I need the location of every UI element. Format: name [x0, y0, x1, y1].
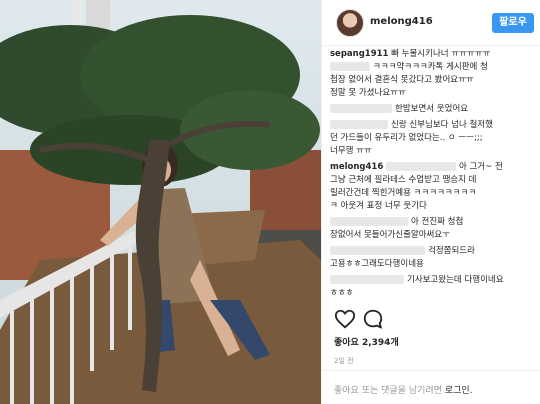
photo-illustration: [0, 0, 321, 404]
avatar[interactable]: [336, 9, 364, 37]
login-prompt-text: 좋아요 또는 댓글을 남기려면: [334, 386, 445, 396]
comment-line: 그냥 근처에 필라테스 수업받고 땡승지 데: [330, 174, 535, 187]
comment-footer: 좋아요 또는 댓글을 남기려면 로그인.: [322, 370, 540, 404]
comment-text: 고용ㅎㅎ그래도다행이네용: [330, 259, 424, 269]
action-bar: [322, 308, 540, 334]
post-side-panel: melong416 팔로우 sepang1911 빠 누물시키나너 ㅠㅠㅠㅠㅠ …: [321, 0, 540, 404]
post-photo: [0, 0, 321, 404]
comment-text: 신랑 신부님보다 넘나 철저했: [391, 120, 493, 130]
comment-text: 걱정쫌되드라: [428, 246, 475, 256]
redacted-mention: [385, 162, 456, 171]
comment-text: 너무행 ㅠㅠ: [330, 146, 372, 156]
follow-button[interactable]: 팔로우: [492, 13, 534, 33]
redacted-username: [330, 275, 404, 284]
redacted-username: [330, 104, 392, 113]
comment-text: 던 가드들이 유두리가 없었다는.. ㅇ ㅡㅡ;;;: [330, 133, 483, 143]
comment-line: 신랑 신부님보다 넘나 철저했: [330, 119, 535, 132]
comment-line: 아 전진짜 청첩: [330, 216, 535, 229]
comment-line: melong416 아 그거~ 전: [330, 161, 535, 174]
comment-line: 걱정쫌되드라: [330, 245, 535, 258]
comment-icon[interactable]: [362, 308, 384, 330]
comment-line: 한밤보면서 웃었어요: [330, 103, 535, 116]
comment-line: 기사보고왔는데 다행이네요: [330, 274, 535, 287]
redacted-username: [330, 246, 425, 255]
comment-username[interactable]: sepang1911: [330, 49, 388, 59]
comment-line: ㅋㅋㅋ약ㅋㅋㅋ카톡 게시판에 청: [330, 61, 535, 74]
comment-line: 던 가드들이 유두리가 없었다는.. ㅇ ㅡㅡ;;;: [330, 132, 535, 145]
comment-text: 아 전진짜 청첩: [411, 217, 464, 227]
comment-line: 정말 못 가셨나요ㅠㅠ: [330, 87, 535, 100]
comment-line: ㅎㅎㅎ: [330, 287, 535, 300]
like-count[interactable]: 좋아요 2,394개: [334, 335, 399, 348]
comment-username[interactable]: melong416: [330, 162, 383, 172]
comment-line: 너무행 ㅠㅠ: [330, 145, 535, 158]
comment-line: 릴러간건데 찍힌거예용 ㅋㅋㅋㅋㅋㅋㅋㅋ: [330, 187, 535, 200]
comment-text: 릴러간건데 찍힌거예용 ㅋㅋㅋㅋㅋㅋㅋㅋ: [330, 188, 477, 198]
login-prompt: 좋아요 또는 댓글을 남기려면 로그인.: [334, 383, 473, 396]
redacted-username: [330, 62, 370, 71]
post-header: melong416 팔로우: [322, 0, 540, 46]
comment-line: 장없어서 못들어가신줄알아써요ㅜ: [330, 229, 535, 242]
heart-icon[interactable]: [334, 308, 356, 330]
comment-text: 빠 누물시키나너 ㅠㅠㅠㅠㅠ: [391, 49, 491, 59]
comment-text: ㅋㅋㅋ약ㅋㅋㅋ카톡 게시판에 청: [373, 62, 488, 72]
comment-text: 한밤보면서 웃었어요: [395, 104, 469, 114]
comment-text: 장없어서 못들어가신줄알아써요ㅜ: [330, 230, 451, 240]
comment-line: ㅋ 아웃겨 표정 너무 웃기다: [330, 200, 535, 213]
comment-text: 그냥 근처에 필라테스 수업받고 땡승지 데: [330, 175, 477, 185]
login-link[interactable]: 로그인.: [445, 386, 473, 396]
redacted-username: [330, 120, 388, 129]
redacted-username: [330, 217, 408, 226]
comment-text: ㅎㅎㅎ: [330, 288, 354, 298]
comment-line: sepang1911 빠 누물시키나너 ㅠㅠㅠㅠㅠ: [330, 48, 535, 61]
username-link[interactable]: melong416: [370, 16, 433, 27]
post-timestamp[interactable]: 2일 전: [334, 356, 354, 366]
comment-text: 첩장 없어서 결혼식 못갔다고 봤어요ㅠㅠ: [330, 75, 474, 85]
comment-text: 정말 못 가셨나요ㅠㅠ: [330, 88, 406, 98]
comment-text: ㅋ 아웃겨 표정 너무 웃기다: [330, 201, 427, 211]
comment-line: 고용ㅎㅎ그래도다행이네용: [330, 258, 535, 271]
comment-line: 첩장 없어서 결혼식 못갔다고 봤어요ㅠㅠ: [330, 74, 535, 87]
comment-text: 기사보고왔는데 다행이네요: [407, 275, 504, 285]
comment-list: sepang1911 빠 누물시키나너 ㅠㅠㅠㅠㅠ ㅋㅋㅋ약ㅋㅋㅋ카톡 게시판에…: [322, 46, 540, 302]
comment-text: 아 그거~ 전: [458, 162, 503, 172]
